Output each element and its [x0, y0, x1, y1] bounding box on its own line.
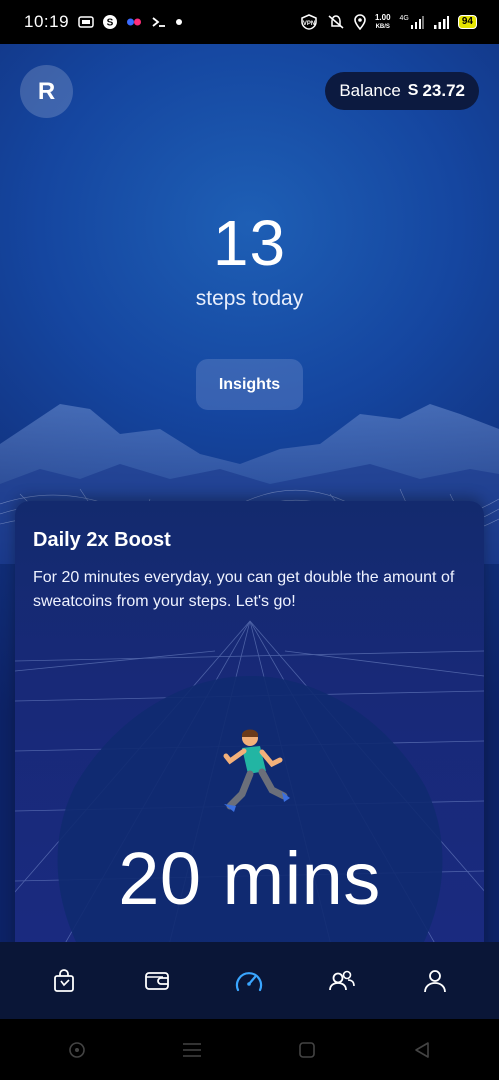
nav-wallet[interactable] — [133, 957, 181, 1005]
speed-value: 1.00 — [374, 12, 391, 22]
balance-amount: 23.72 — [422, 81, 465, 100]
steps-count: 13 — [212, 207, 287, 279]
network-speed: 1.00 KB/S — [374, 12, 391, 31]
sys-back-button[interactable] — [402, 1030, 442, 1070]
vpn-icon: VPN — [300, 14, 318, 30]
balance-pill[interactable]: Balance S 23.72 — [325, 72, 479, 110]
status-bar: 10:19 S VPN 1.00 KB/S 4G 94 — [0, 0, 499, 44]
sim-card-icon — [78, 16, 94, 28]
bottom-navigation — [0, 942, 499, 1019]
svg-text:VPN: VPN — [303, 21, 315, 27]
profile-icon — [423, 969, 446, 992]
balance-label: Balance — [339, 81, 401, 100]
runner-icon — [223, 729, 290, 812]
network-type: 4G — [399, 15, 409, 22]
menu-icon — [183, 1042, 202, 1057]
nav-profile[interactable] — [411, 957, 459, 1005]
speed-unit: KB/S — [375, 23, 390, 30]
flickr-icon — [126, 17, 142, 27]
circle-icon — [69, 1041, 86, 1058]
square-icon — [299, 1041, 315, 1058]
friends-icon — [329, 970, 355, 990]
avatar[interactable]: R — [20, 65, 73, 118]
mute-icon — [327, 14, 345, 30]
back-icon — [414, 1041, 429, 1058]
location-icon — [354, 14, 366, 30]
app-screen: R Balance S 23.72 13 steps today Insight… — [0, 44, 499, 942]
svg-text:S: S — [107, 18, 114, 29]
sys-menu-button[interactable] — [172, 1030, 212, 1070]
insights-button[interactable]: Insights — [196, 359, 303, 410]
system-navigation-bar — [0, 1019, 499, 1080]
nav-friends[interactable] — [318, 957, 366, 1005]
boost-title: Daily 2x Boost — [33, 529, 171, 551]
terminal-icon — [151, 16, 167, 28]
status-time: 10:19 — [24, 12, 70, 31]
dot-icon — [176, 19, 183, 25]
avatar-initial: R — [37, 77, 56, 105]
shopping-bag-icon — [54, 968, 75, 992]
nav-shop[interactable] — [40, 957, 88, 1005]
battery-indicator: 94 — [457, 15, 477, 29]
steps-label: steps today — [195, 287, 304, 310]
signal-icon: 4G — [400, 15, 424, 29]
sys-assistant-button[interactable] — [57, 1030, 97, 1070]
signal-icon-2 — [433, 15, 449, 29]
speedometer-icon — [236, 971, 263, 991]
daily-boost-card[interactable]: Daily 2x Boost For 20 minutes everyday, … — [15, 501, 484, 942]
sweatcoin-icon: S — [407, 82, 419, 99]
wallet-icon — [144, 971, 169, 990]
boost-description: For 20 minutes everyday, you can get dou… — [33, 569, 455, 610]
nav-home[interactable] — [225, 957, 273, 1005]
sys-home-button[interactable] — [287, 1030, 327, 1070]
boost-duration: 20 mins — [118, 837, 381, 920]
s-app-icon: S — [103, 15, 118, 29]
